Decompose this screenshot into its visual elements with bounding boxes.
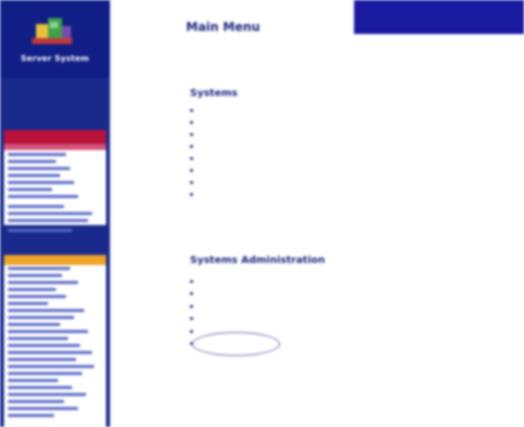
sidebar-panel-1-item[interactable] — [8, 159, 102, 165]
sidebar-panel-1-item[interactable] — [8, 152, 102, 158]
sidebar-panel-2-item[interactable] — [8, 322, 102, 328]
list-item[interactable] — [190, 300, 198, 313]
header-nav-strip — [354, 0, 524, 34]
sidebar-panel-2 — [4, 255, 106, 427]
sidebar-panel-1 — [4, 130, 106, 232]
sidebar-panel-2-item[interactable] — [8, 371, 102, 377]
bullet-icon — [190, 279, 193, 283]
sidebar-panel-1-item[interactable] — [8, 228, 102, 234]
list-item[interactable] — [190, 104, 198, 116]
sidebar-panel-1-item[interactable] — [8, 166, 102, 172]
list-item[interactable] — [190, 128, 198, 140]
bullet-icon — [190, 120, 193, 124]
bullet-icon — [190, 329, 193, 333]
logo-area: Server System — [0, 0, 110, 78]
bullet-icon — [190, 317, 193, 321]
sidebar-panel-2-item[interactable] — [8, 280, 102, 286]
sidebar-panel-1-header — [4, 130, 106, 144]
app-window: Server System Main Menu Systems Systems … — [0, 0, 524, 427]
list-item[interactable] — [190, 140, 198, 152]
sidebar-panel-2-item[interactable] — [8, 343, 102, 349]
list-item[interactable] — [190, 288, 198, 301]
sidebar-panel-2-item[interactable] — [8, 294, 102, 300]
sidebar-panel-2-item[interactable] — [8, 413, 102, 419]
bullet-icon — [190, 292, 193, 296]
systems-link-list — [190, 104, 198, 200]
list-item[interactable] — [190, 325, 198, 338]
sidebar-panel-2-item[interactable] — [8, 357, 102, 363]
list-item[interactable] — [190, 188, 198, 200]
highlight-circle — [192, 332, 280, 356]
sidebar-panel-2-item[interactable] — [8, 399, 102, 405]
sidebar-panel-2-item[interactable] — [8, 406, 102, 412]
content-corner-curve — [110, 0, 130, 427]
sidebar-panel-1-item[interactable] — [8, 187, 102, 193]
sidebar-panel-1-item[interactable] — [8, 194, 102, 200]
section-title-systems-administration: Systems Administration — [190, 255, 325, 266]
sidebar-panel-1-item[interactable] — [8, 211, 102, 217]
sidebar-panel-1-item[interactable] — [8, 173, 102, 179]
sidebar-panel-2-item[interactable] — [8, 308, 102, 314]
sidebar-panel-2-item[interactable] — [8, 385, 102, 391]
page-title: Main Menu — [186, 20, 261, 34]
sidebar-panel-2-item[interactable] — [8, 315, 102, 321]
bullet-icon — [190, 156, 193, 160]
sidebar-panel-1-item[interactable] — [8, 218, 102, 224]
sidebar-panel-2-list — [4, 266, 106, 419]
sidebar-panel-2-item[interactable] — [8, 301, 102, 307]
list-item[interactable] — [190, 176, 198, 188]
sidebar-panel-2-item[interactable] — [8, 336, 102, 342]
sidebar-panel-2-item[interactable] — [8, 273, 102, 279]
logo-title: Server System — [20, 54, 90, 63]
bullet-icon — [190, 132, 193, 136]
sidebar-panel-2-item[interactable] — [8, 392, 102, 398]
sidebar-panel-2-item[interactable] — [8, 350, 102, 356]
sidebar-panel-1-item[interactable] — [8, 204, 102, 210]
sidebar-panel-2-item[interactable] — [8, 266, 102, 272]
sidebar-caption — [16, 110, 76, 118]
bullet-icon — [190, 180, 193, 184]
list-item[interactable] — [190, 116, 198, 128]
sidebar-panel-2-item[interactable] — [8, 378, 102, 384]
bullet-icon — [190, 168, 193, 172]
sidebar-panel-1-selected-item[interactable] — [4, 144, 106, 150]
sidebar-panel-1-item[interactable] — [8, 180, 102, 186]
sidebar-panel-2-item[interactable] — [8, 287, 102, 293]
bullet-icon — [190, 192, 193, 196]
bullet-icon — [190, 144, 193, 148]
sidebar-panel-1-list — [4, 152, 106, 234]
bullet-icon — [190, 108, 193, 112]
sidebar-panel-2-header — [4, 255, 106, 265]
list-item[interactable] — [190, 152, 198, 164]
building-blocks-logo-icon[interactable] — [30, 14, 74, 48]
sidebar: Server System — [0, 0, 110, 427]
sidebar-panel-2-item[interactable] — [8, 364, 102, 370]
bullet-icon — [190, 304, 193, 308]
list-item[interactable] — [190, 313, 198, 326]
list-item[interactable] — [190, 275, 198, 288]
sidebar-panel-2-item[interactable] — [8, 329, 102, 335]
header-bar — [110, 0, 524, 36]
section-title-systems: Systems — [190, 88, 238, 99]
list-item[interactable] — [190, 164, 198, 176]
